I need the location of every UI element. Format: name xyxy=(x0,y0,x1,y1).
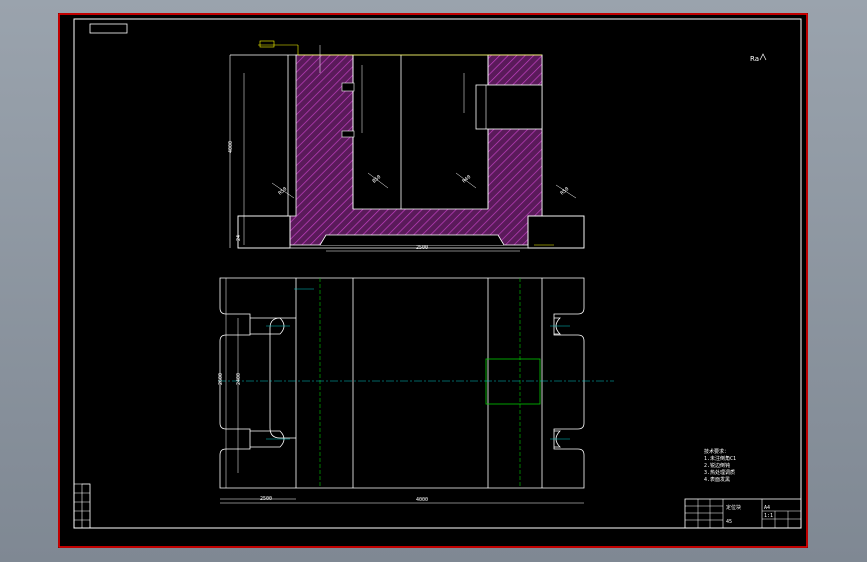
dim-overall-width: 2600 xyxy=(218,373,224,385)
plan-view xyxy=(218,277,614,504)
dim-diameter: Ø50 xyxy=(371,173,382,184)
title-block: 定位块 A4 1:1 45 xyxy=(684,498,802,529)
note-line-1: 技术要求： xyxy=(704,448,729,455)
dim-height: 4000 xyxy=(228,141,234,153)
dim-foot: 24 xyxy=(236,235,242,241)
roughness-symbol-icon xyxy=(759,53,767,61)
title-material: 45 xyxy=(726,519,732,525)
dim-bottom-width: 2500 xyxy=(416,245,428,251)
section-view xyxy=(229,40,585,252)
title-scale: 1:1 xyxy=(764,513,773,519)
title-drawing-no: A4 xyxy=(764,505,770,511)
note-line-2: 1.未注倒角C1 xyxy=(704,455,736,462)
hatched-section xyxy=(289,54,543,246)
drawing-frame xyxy=(73,18,802,529)
dim-slot-offset: 2500 xyxy=(260,496,272,502)
corner-roughness-mark: Ra xyxy=(750,55,759,63)
drawing-number-box xyxy=(89,23,128,34)
cad-drawing: Ra 4000 R50 Ø50 R40 R50 24 2500 2500 400… xyxy=(58,13,808,548)
note-line-4: 3.热处理调质 xyxy=(704,469,735,476)
revision-table xyxy=(73,483,91,529)
outer-border xyxy=(58,13,808,548)
dim-slot-pitch: 2400 xyxy=(236,373,242,385)
note-line-3: 2.锐边倒钝 xyxy=(704,462,730,469)
drawing-sheet: Ra 4000 R50 Ø50 R40 R50 24 2500 2500 400… xyxy=(58,13,808,548)
dim-radius-right: R50 xyxy=(559,186,570,196)
dim-radius-inner: R40 xyxy=(461,174,472,184)
title-part-name: 定位块 xyxy=(726,504,741,511)
note-line-5: 4.表面发黑 xyxy=(704,476,730,483)
technical-notes: 技术要求： 1.未注倒角C1 2.锐边倒钝 3.热处理调质 4.表面发黑 xyxy=(704,448,736,483)
hidden-pocket xyxy=(485,358,541,405)
dim-overall-length: 4000 xyxy=(416,497,428,503)
